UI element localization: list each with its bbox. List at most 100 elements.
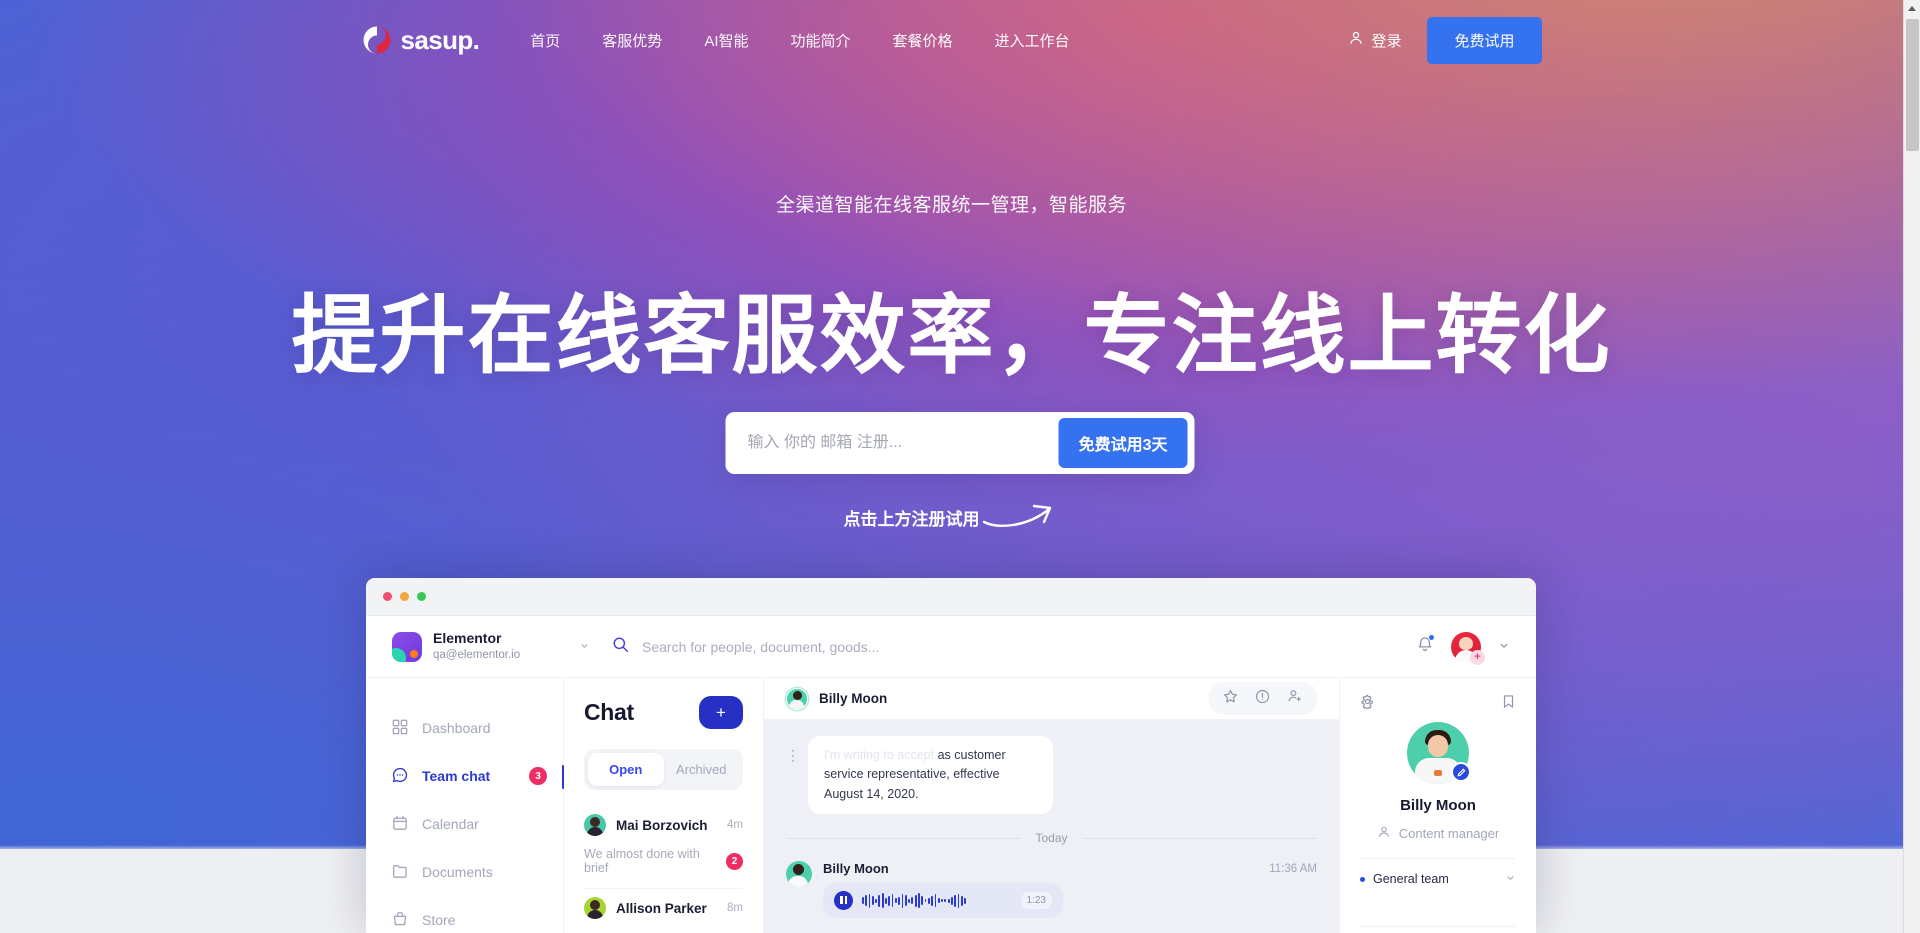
- global-search: [612, 636, 1416, 658]
- calendar-icon: [392, 815, 408, 834]
- nav-links: 首页 客服优势 AI智能 功能简介 套餐价格 进入工作台: [509, 30, 1090, 51]
- sidebar-item-team-chat[interactable]: Team chat 3: [392, 752, 564, 800]
- chat-contact-name: Allison Parker: [616, 900, 707, 916]
- sidebar-item-dashboard[interactable]: Dashboard: [392, 704, 563, 752]
- hero-subtitle: 全渠道智能在线客服统一管理，智能服务: [775, 195, 1127, 216]
- audio-duration: 1:23: [1020, 892, 1052, 910]
- elementor-logo-icon: [392, 631, 422, 662]
- profile-team-label: General team: [1373, 872, 1449, 886]
- signup-hint-label: 点击上方注册试用: [843, 510, 980, 529]
- scrollbar[interactable]: [1903, 0, 1920, 933]
- search-input[interactable]: [642, 638, 1416, 655]
- message-bubble: I'm writing to accept as customer servic…: [808, 736, 1053, 815]
- chevron-down-icon[interactable]: [1498, 638, 1510, 656]
- minimize-window-dot[interactable]: [400, 592, 409, 601]
- list-item[interactable]: Mai Borzovich 4m We almost done with bri…: [584, 806, 743, 889]
- workspace-switcher[interactable]: Elementor qa@elementor.io: [392, 630, 590, 662]
- sidebar-item-label: Calendar: [422, 816, 479, 832]
- star-icon[interactable]: [1223, 689, 1238, 709]
- status-badge: 3: [529, 767, 547, 785]
- brand-logo[interactable]: sasup.: [362, 25, 480, 56]
- scrollbar-thumb[interactable]: [1906, 19, 1919, 151]
- play-icon[interactable]: [834, 891, 853, 911]
- avatar: [1407, 722, 1471, 784]
- tab-archived[interactable]: Archived: [664, 753, 740, 786]
- sidebar-item-store[interactable]: Store: [392, 896, 563, 933]
- divider: [1360, 926, 1516, 927]
- profile-name: Billy Moon: [1400, 797, 1476, 814]
- info-icon[interactable]: [1255, 689, 1270, 709]
- free-trial-button[interactable]: 免费试用: [1427, 16, 1542, 64]
- avatar: [786, 687, 808, 710]
- sidebar-item-calendar[interactable]: Calendar: [392, 800, 563, 848]
- list-item[interactable]: Allison Parker 8m: [584, 889, 743, 932]
- message-faded-text: I'm writing to accept: [824, 748, 935, 762]
- profile-role-label: Content manager: [1398, 826, 1500, 841]
- nav-link-ai[interactable]: AI智能: [683, 30, 769, 51]
- maximize-window-dot[interactable]: [417, 592, 426, 601]
- nav-link-pricing[interactable]: 套餐价格: [872, 30, 974, 51]
- avatar: [786, 861, 812, 888]
- chat-contact-name: Mai Borzovich: [616, 817, 708, 833]
- conversation-header: Billy Moon: [764, 678, 1339, 720]
- signup-hint: 点击上方注册试用: [0, 500, 1903, 535]
- scroll-up-arrow-icon[interactable]: [1904, 0, 1920, 17]
- chat-timestamp: 4m: [727, 819, 743, 831]
- bell-icon[interactable]: [1416, 634, 1435, 658]
- grid-icon: [392, 719, 408, 738]
- sidebar-item-label: Dashboard: [422, 720, 491, 736]
- top-navigation-bar: sasup. 首页 客服优势 AI智能 功能简介 套餐价格 进入工作台 登录 免…: [0, 0, 1903, 80]
- curved-arrow-icon: [982, 500, 1060, 535]
- profile-team-selector[interactable]: General team: [1360, 858, 1516, 886]
- add-person-icon[interactable]: [1287, 688, 1303, 709]
- message-time: 11:36 AM: [1269, 862, 1317, 875]
- search-icon: [612, 636, 629, 658]
- start-trial-button[interactable]: 免费试用3天: [1058, 418, 1188, 468]
- email-signup-form: 免费试用3天: [725, 412, 1195, 474]
- chat-timestamp: 8m: [727, 902, 743, 914]
- add-avatar-badge[interactable]: +: [1470, 649, 1485, 665]
- active-indicator: [561, 765, 564, 789]
- window-title-bar: [366, 578, 1536, 616]
- app-mockup-window: Elementor qa@elementor.io Search for peo…: [366, 578, 1536, 933]
- tab-open[interactable]: Open: [588, 753, 664, 786]
- waveform: [862, 893, 1012, 909]
- bag-icon: [392, 911, 408, 930]
- avatar: [584, 897, 606, 919]
- notification-dot: [1428, 634, 1435, 641]
- chat-tabs: Open Archived: [584, 749, 743, 790]
- chat-list-panel: Chat + Open Archived Mai Borzovich 4m We…: [564, 678, 764, 933]
- sidebar-item-label: Store: [422, 912, 456, 928]
- new-chat-button[interactable]: +: [699, 696, 743, 729]
- app-sidebar: Dashboard Team chat 3 Calendar Documents…: [366, 678, 564, 933]
- nav-link-home[interactable]: 首页: [509, 30, 581, 51]
- bookmark-icon[interactable]: [1501, 694, 1516, 714]
- folder-icon: [392, 863, 408, 882]
- login-button[interactable]: 登录: [1340, 24, 1409, 57]
- nav-link-features[interactable]: 功能简介: [770, 30, 872, 51]
- avatar[interactable]: +: [1451, 631, 1485, 665]
- app-header: Elementor qa@elementor.io Search for peo…: [366, 616, 1536, 678]
- close-window-dot[interactable]: [383, 592, 392, 601]
- sidebar-item-label: Team chat: [422, 768, 491, 784]
- brand-name: sasup.: [400, 24, 480, 55]
- user-icon: [1377, 825, 1391, 842]
- audio-message: Billy Moon 11:36 AM 1:23: [786, 861, 1317, 919]
- team-bullet-icon: [1360, 876, 1365, 882]
- more-vertical-icon[interactable]: ⋮: [786, 736, 800, 762]
- workspace-email: qa@elementor.io: [433, 648, 521, 661]
- sidebar-item-documents[interactable]: Documents: [392, 848, 563, 896]
- date-divider-label: Today: [1035, 831, 1068, 846]
- nav-link-workspace[interactable]: 进入工作台: [974, 30, 1091, 51]
- gear-icon[interactable]: [1360, 694, 1375, 714]
- email-input[interactable]: [747, 434, 1059, 452]
- audio-player[interactable]: 1:23: [823, 883, 1063, 919]
- nav-link-advantage[interactable]: 客服优势: [581, 30, 683, 51]
- chat-preview: We almost done with brief: [584, 847, 700, 875]
- sasup-logo-icon: [362, 25, 392, 55]
- pencil-icon[interactable]: [1451, 762, 1471, 782]
- chat-bubble-icon: [392, 767, 408, 786]
- profile-role: Content manager: [1360, 825, 1516, 842]
- page-title: 提升在线客服效率，专注线上转化: [291, 288, 1612, 384]
- conversation-messages: ⋮ I'm writing to accept as customer serv…: [764, 720, 1339, 933]
